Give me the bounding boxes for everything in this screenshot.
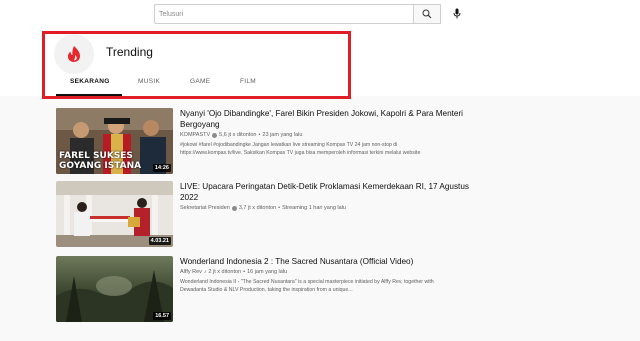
video-info: KOMPASTV 5,6 jt x ditonton • 23 jam yang…	[180, 132, 480, 138]
video-meta: Nyanyi 'Ojo Dibandingke', Farel Bikin Pr…	[180, 108, 480, 157]
music-note-icon: ♪	[203, 269, 207, 275]
separator: •	[278, 205, 281, 211]
video-description: Wonderland Indonesia II - "The Sacred Nu…	[180, 279, 434, 293]
microphone-icon	[453, 8, 460, 19]
video-thumbnail[interactable]: 16.57	[56, 256, 173, 322]
video-info: Sekretariat Presiden 3,7 jt x ditonton •…	[180, 205, 480, 211]
video-title[interactable]: LIVE: Upacara Peringatan Detik-Detik Pro…	[180, 181, 480, 203]
video-meta: LIVE: Upacara Peringatan Detik-Detik Pro…	[180, 181, 480, 211]
search-input[interactable]: Telusuri	[154, 4, 413, 24]
video-meta: Wonderland Indonesia 2 : The Sacred Nusa…	[180, 256, 480, 294]
view-count: 2 jt x ditonton	[208, 269, 242, 275]
video-duration: 4.03.21	[148, 237, 171, 245]
video-thumbnail[interactable]: 4.03.21	[56, 181, 173, 247]
channel-name[interactable]: Sekretariat Presiden	[180, 205, 230, 211]
video-item[interactable]: FAREL SUKSES GOYANG ISTANA 14:26 Nyanyi …	[56, 108, 616, 174]
channel-name[interactable]: KOMPASTV	[180, 132, 210, 138]
upload-time: 16 jam yang lalu	[247, 269, 288, 275]
video-duration: 16.57	[153, 312, 171, 320]
search-placeholder: Telusuri	[159, 10, 184, 18]
separator: •	[243, 269, 246, 275]
highlight-box	[42, 31, 351, 99]
verified-icon	[212, 132, 218, 138]
upload-time: 23 jam yang lalu	[262, 132, 303, 138]
video-info: Alffy Rev ♪ 2 jt x ditonton • 16 jam yan…	[180, 269, 480, 275]
video-title[interactable]: Nyanyi 'Ojo Dibandingke', Farel Bikin Pr…	[180, 108, 480, 130]
channel-name[interactable]: Alffy Rev	[180, 269, 202, 275]
video-title[interactable]: Wonderland Indonesia 2 : The Sacred Nusa…	[180, 256, 480, 267]
voice-search-button[interactable]	[448, 5, 465, 22]
view-count: 3,7 jt x ditonton	[238, 205, 277, 211]
verified-icon	[231, 205, 237, 211]
video-thumbnail[interactable]: FAREL SUKSES GOYANG ISTANA 14:26	[56, 108, 173, 174]
search-button[interactable]	[413, 4, 441, 24]
search-icon	[422, 9, 432, 19]
video-item[interactable]: 16.57 Wonderland Indonesia 2 : The Sacre…	[56, 256, 616, 322]
video-description: #jokowi #farel #ojodibandingke Jangan le…	[180, 142, 421, 156]
video-duration: 14:26	[152, 164, 171, 172]
upload-time: Streaming 1 hari yang lalu	[282, 205, 346, 211]
video-item[interactable]: 4.03.21 LIVE: Upacara Peringatan Detik-D…	[56, 181, 616, 247]
view-count: 5,6 jt x ditonton	[219, 132, 257, 138]
separator: •	[258, 132, 261, 138]
top-bar: Telusuri	[0, 0, 640, 30]
